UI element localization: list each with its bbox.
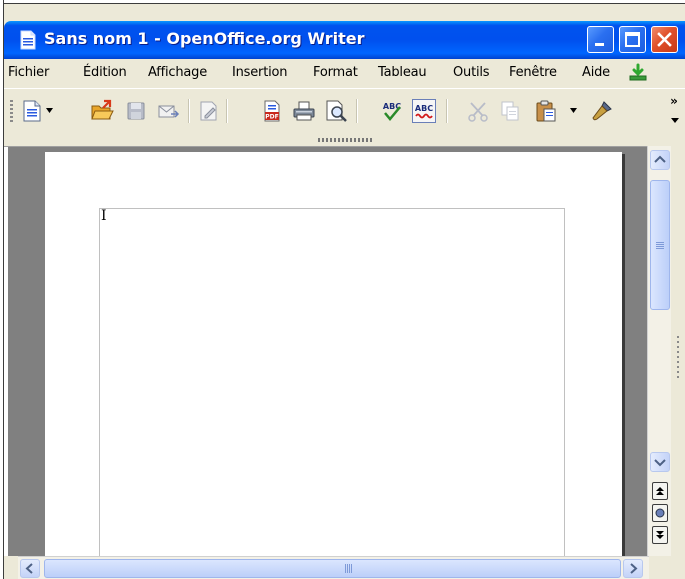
maximize-button[interactable] <box>619 26 646 53</box>
close-button[interactable] <box>651 26 678 53</box>
export-pdf-button[interactable]: PDF <box>260 99 284 123</box>
horizontal-scroll-thumb[interactable] <box>44 559 621 578</box>
maximize-icon <box>625 32 640 47</box>
clone-formatting-button[interactable] <box>590 99 614 123</box>
new-document-button[interactable] <box>20 99 44 123</box>
toolbar-separator <box>446 99 448 123</box>
autospellcheck-icon: ABC <box>415 104 433 119</box>
horizontal-scrollbar[interactable] <box>18 556 649 579</box>
page-preview-icon <box>326 100 347 122</box>
next-page-button[interactable] <box>652 526 668 544</box>
toolbar-overflow-icon[interactable]: » <box>667 93 683 127</box>
scroll-left-button[interactable] <box>20 559 40 578</box>
double-up-arrow-icon <box>656 487 664 495</box>
copy-button[interactable] <box>498 99 522 123</box>
new-dropdown-arrow-icon[interactable] <box>46 108 53 113</box>
double-down-arrow-icon <box>656 531 664 539</box>
cut-button[interactable] <box>466 99 490 123</box>
paste-button[interactable] <box>534 99 558 123</box>
menu-insertion[interactable]: Insertion <box>232 65 287 80</box>
writer-window: Sans nom 1 - OpenOffice.org Writer Fichi… <box>0 0 685 579</box>
scroll-right-button[interactable] <box>623 559 643 578</box>
toolbar-dock-grip[interactable] <box>318 138 372 142</box>
menu-affichage[interactable]: Affichage <box>148 65 207 80</box>
chevron-up-icon <box>654 155 666 163</box>
save-disk-icon <box>127 102 145 120</box>
update-available-icon[interactable] <box>628 63 648 83</box>
open-button[interactable] <box>90 99 114 123</box>
spellcheck-icon: ABC <box>383 102 401 121</box>
scissors-icon <box>468 102 488 122</box>
svg-text:PDF: PDF <box>265 114 278 121</box>
new-document-icon <box>23 100 41 122</box>
menu-fichier[interactable]: Fichier <box>8 65 49 80</box>
chevron-right-icon <box>630 563 638 574</box>
spellcheck-button[interactable]: ABC <box>380 99 404 123</box>
navigation-dot-icon <box>655 508 665 518</box>
paste-dropdown-arrow-icon[interactable] <box>570 108 577 113</box>
paintbrush-icon <box>592 101 612 121</box>
chevron-left-icon <box>25 563 33 574</box>
scroll-down-button[interactable] <box>650 452 670 472</box>
pdf-icon: PDF <box>264 100 280 122</box>
writer-document-icon <box>20 30 36 50</box>
sidebar-grip[interactable] <box>677 336 679 380</box>
copy-icon <box>501 101 519 121</box>
vertical-scroll-thumb[interactable] <box>650 180 670 310</box>
window-left-edge-bottom <box>4 556 18 579</box>
edit-file-button[interactable] <box>196 99 220 123</box>
svg-text:»: » <box>670 94 678 108</box>
page-preview-button[interactable] <box>324 99 348 123</box>
window-title: Sans nom 1 - OpenOffice.org Writer <box>44 29 365 48</box>
chevron-down-icon <box>654 459 666 467</box>
title-bar[interactable]: Sans nom 1 - OpenOffice.org Writer <box>4 21 685 59</box>
email-document-button[interactable] <box>156 99 180 123</box>
menu-edition[interactable]: Édition <box>83 65 127 80</box>
edit-file-icon <box>200 101 217 121</box>
folder-open-icon <box>91 99 114 120</box>
menu-tableau[interactable]: Tableau <box>378 65 427 80</box>
menu-fenetre[interactable]: Fenêtre <box>509 65 557 80</box>
svg-text:ABC: ABC <box>415 104 433 113</box>
text-cursor: I <box>101 208 107 224</box>
clipboard-icon <box>536 100 556 122</box>
scroll-up-button[interactable] <box>650 150 670 170</box>
scroll-thumb-grip <box>345 564 353 573</box>
navigation-button[interactable] <box>652 504 668 522</box>
menu-outils[interactable]: Outils <box>453 65 490 80</box>
toolbar-separator <box>226 99 228 123</box>
toolbar-separator <box>356 99 358 123</box>
menu-format[interactable]: Format <box>313 65 358 80</box>
text-boundaries <box>99 208 565 556</box>
top-edge <box>0 0 685 4</box>
printer-icon <box>293 101 315 121</box>
minimize-button[interactable] <box>587 26 614 53</box>
menu-bar: Fichier Édition Affichage Insertion Form… <box>4 59 685 88</box>
vertical-scrollbar[interactable] <box>647 146 672 556</box>
standard-toolbar: PDF ABC ABC » <box>4 88 685 133</box>
previous-page-button[interactable] <box>652 482 668 500</box>
toolbar-grip[interactable] <box>10 100 13 122</box>
autospellcheck-toggle[interactable]: ABC <box>412 99 436 123</box>
page-shadow <box>622 154 625 556</box>
minimize-icon <box>595 43 604 46</box>
toolbar-separator <box>188 99 190 123</box>
print-button[interactable] <box>292 99 316 123</box>
menu-aide[interactable]: Aide <box>582 65 610 80</box>
close-icon <box>657 32 672 47</box>
save-button[interactable] <box>124 99 148 123</box>
email-icon <box>158 105 180 118</box>
scroll-thumb-grip <box>656 242 664 249</box>
